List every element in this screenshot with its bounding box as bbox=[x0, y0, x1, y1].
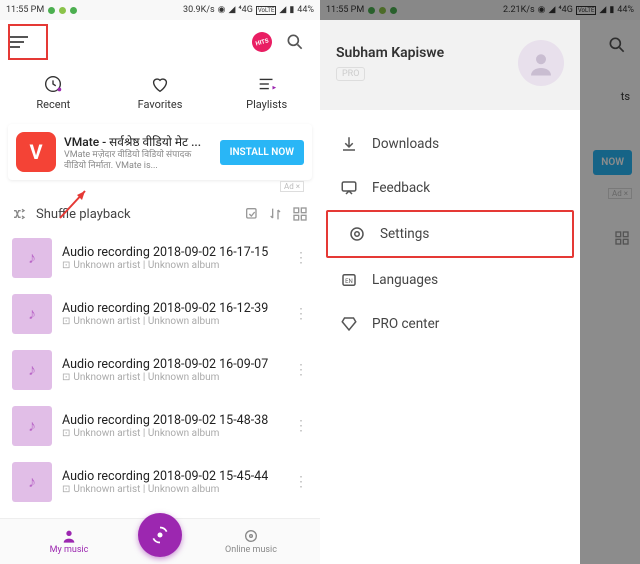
signal-icon: ◢ bbox=[279, 5, 286, 15]
track-sub: ⊡Unknown artist | Unknown album bbox=[62, 428, 284, 439]
nav-drawer: Subham Kapiswe PRO Downloads Feedback Se… bbox=[320, 20, 580, 564]
music-note-icon: ♪ bbox=[12, 462, 52, 502]
drawer-label: Feedback bbox=[372, 180, 430, 196]
nav-play-button[interactable] bbox=[138, 513, 182, 557]
diamond-icon bbox=[340, 315, 358, 333]
tab-label: Recent bbox=[36, 98, 70, 111]
status-battery: 44% bbox=[297, 5, 314, 15]
ad-title: VMate - सर्वश्रेष्ठ वीडियो मेट ... bbox=[64, 133, 212, 150]
music-note-icon: ♪ bbox=[12, 294, 52, 334]
nav-label: Online music bbox=[225, 545, 277, 555]
bottom-nav: My music Online music bbox=[0, 518, 320, 564]
track-row[interactable]: ♪ Audio recording 2018-09-02 15-48-38 ⊡U… bbox=[0, 398, 320, 454]
more-icon[interactable]: ⋮ bbox=[294, 362, 308, 378]
drawer-header[interactable]: Subham Kapiswe PRO bbox=[320, 20, 580, 110]
shuffle-row[interactable]: Shuffle playback bbox=[0, 198, 320, 230]
category-tabs: Recent Favorites Playlists bbox=[0, 64, 320, 120]
drawer-label: Languages bbox=[372, 272, 438, 288]
status-net: ⁴4G bbox=[238, 5, 253, 15]
track-title: Audio recording 2018-09-02 16-09-07 bbox=[62, 357, 284, 372]
nav-my-music[interactable]: My music bbox=[0, 528, 138, 555]
track-title: Audio recording 2018-09-02 16-17-15 bbox=[62, 245, 284, 260]
tab-recent[interactable]: Recent bbox=[0, 64, 107, 120]
status-dot-icon bbox=[70, 7, 77, 14]
avatar bbox=[518, 40, 564, 86]
track-sub: ⊡Unknown artist | Unknown album bbox=[62, 260, 284, 271]
tab-label: Favorites bbox=[138, 98, 183, 111]
status-dot-icon bbox=[59, 7, 66, 14]
feedback-icon bbox=[340, 179, 358, 197]
status-bar: 11:55 PM 30.9K/s ◉ ◢ ⁴4G VoLTE ◢ ▮ 44% bbox=[0, 0, 320, 20]
nav-online-music[interactable]: Online music bbox=[182, 528, 320, 555]
language-icon: EN bbox=[340, 271, 358, 289]
track-row[interactable]: ♪ Audio recording 2018-09-02 16-09-07 ⊡U… bbox=[0, 342, 320, 398]
track-sub: ⊡Unknown artist | Unknown album bbox=[62, 316, 284, 327]
settings-icon bbox=[348, 225, 366, 243]
track-title: Audio recording 2018-09-02 16-12-39 bbox=[62, 301, 284, 316]
shuffle-icon bbox=[12, 206, 28, 222]
person-icon bbox=[61, 528, 77, 544]
drawer-item-settings[interactable]: Settings bbox=[326, 210, 574, 258]
drawer-label: Downloads bbox=[372, 136, 439, 152]
more-icon[interactable]: ⋮ bbox=[294, 418, 308, 434]
disc-icon bbox=[243, 528, 259, 544]
hits-icon[interactable]: HITS bbox=[250, 30, 274, 54]
search-button[interactable] bbox=[280, 27, 310, 57]
music-note-icon: ♪ bbox=[12, 238, 52, 278]
track-row[interactable]: ♪ Audio recording 2018-09-02 16-17-15 ⊡U… bbox=[0, 230, 320, 286]
music-note-icon: ♪ bbox=[12, 350, 52, 390]
status-dot-icon bbox=[48, 7, 55, 14]
sort-icon[interactable] bbox=[268, 206, 284, 222]
install-button[interactable]: INSTALL NOW bbox=[220, 140, 304, 165]
phone-right: 11:55 PM 2.21K/s ◉ ◢ ⁴4G VoLTE ◢ ▮ 44% t… bbox=[320, 0, 640, 564]
download-icon bbox=[340, 135, 358, 153]
username: Subham Kapiswe bbox=[336, 45, 444, 61]
drawer-item-feedback[interactable]: Feedback bbox=[320, 166, 580, 210]
drawer-item-pro-center[interactable]: PRO center bbox=[320, 302, 580, 346]
status-lte: VoLTE bbox=[256, 6, 277, 15]
track-title: Audio recording 2018-09-02 15-45-44 bbox=[62, 469, 284, 484]
ad-app-icon: V bbox=[16, 132, 56, 172]
annotation-arrow bbox=[55, 183, 95, 223]
ad-tag[interactable]: Ad × bbox=[280, 181, 304, 192]
status-time: 11:55 PM bbox=[6, 5, 44, 15]
track-sub: ⊡Unknown artist | Unknown album bbox=[62, 484, 284, 495]
drawer-label: Settings bbox=[380, 226, 429, 242]
ad-subtitle: VMate मज़ेदार वीडियो विडियो संपादक वीडिय… bbox=[64, 150, 212, 172]
track-row[interactable]: ♪ Audio recording 2018-09-02 16-12-39 ⊡U… bbox=[0, 286, 320, 342]
highlight-menu bbox=[8, 24, 48, 60]
nav-label: My music bbox=[50, 545, 89, 555]
pro-badge: PRO bbox=[336, 67, 365, 81]
more-icon[interactable]: ⋮ bbox=[294, 250, 308, 266]
track-list: ♪ Audio recording 2018-09-02 16-17-15 ⊡U… bbox=[0, 230, 320, 510]
tab-playlists[interactable]: Playlists bbox=[213, 64, 320, 120]
ad-card[interactable]: V VMate - सर्वश्रेष्ठ वीडियो मेट ... VMa… bbox=[8, 124, 312, 180]
topbar: HITS bbox=[0, 20, 320, 64]
svg-text:EN: EN bbox=[345, 278, 353, 285]
tab-label: Playlists bbox=[246, 98, 287, 111]
more-icon[interactable]: ⋮ bbox=[294, 306, 308, 322]
track-sub: ⊡Unknown artist | Unknown album bbox=[62, 372, 284, 383]
music-note-icon: ♪ bbox=[12, 406, 52, 446]
signal-icon: ◢ bbox=[228, 5, 235, 15]
drawer-item-languages[interactable]: EN Languages bbox=[320, 258, 580, 302]
grid-icon[interactable] bbox=[292, 206, 308, 222]
status-speed: 30.9K/s bbox=[183, 5, 215, 15]
battery-icon: ▮ bbox=[289, 5, 294, 15]
hotspot-icon: ◉ bbox=[218, 5, 226, 15]
drawer-item-downloads[interactable]: Downloads bbox=[320, 122, 580, 166]
track-title: Audio recording 2018-09-02 15-48-38 bbox=[62, 413, 284, 428]
select-icon[interactable] bbox=[244, 206, 260, 222]
tab-favorites[interactable]: Favorites bbox=[107, 64, 214, 120]
more-icon[interactable]: ⋮ bbox=[294, 474, 308, 490]
track-row[interactable]: ♪ Audio recording 2018-09-02 15-45-44 ⊡U… bbox=[0, 454, 320, 510]
drawer-label: PRO center bbox=[372, 316, 439, 332]
phone-left: 11:55 PM 30.9K/s ◉ ◢ ⁴4G VoLTE ◢ ▮ 44% H… bbox=[0, 0, 320, 564]
